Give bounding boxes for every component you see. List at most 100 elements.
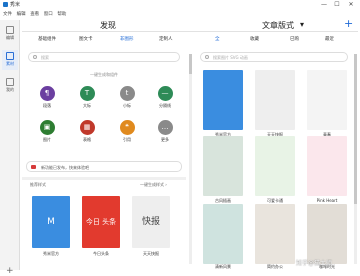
component-label: 更多 [161, 137, 169, 142]
tab-cards[interactable]: 图文卡 [79, 36, 93, 42]
nav-item-edit[interactable]: 编辑 [2, 24, 18, 44]
template-label: 今日头条 [93, 251, 109, 256]
component-label: 大标 [83, 103, 91, 108]
material-card[interactable] [307, 204, 347, 264]
layout-dropdown[interactable]: 文章版式 [262, 20, 294, 31]
component-label: 段落 [43, 103, 51, 108]
nav-label: 素材 [6, 61, 14, 66]
right-tabs: 全 收藏 已购 最近 [195, 34, 360, 44]
search-placeholder: 搜索 [41, 55, 49, 60]
right-scrollbar[interactable] [354, 54, 357, 264]
section-divider [22, 177, 186, 180]
nav-item-materials[interactable]: 素材 [2, 50, 18, 70]
divider-icon: — [157, 86, 173, 101]
component-quote[interactable]: ❝ 引用 [112, 120, 142, 146]
material-card[interactable] [307, 136, 347, 196]
notice-text: 新功能已发布，快来体验吧 [41, 165, 89, 170]
maximize-button[interactable]: ☐ [331, 0, 343, 9]
nav-label: 我的 [6, 87, 14, 92]
tab-basic[interactable]: 基础组件 [38, 36, 56, 42]
menu-file[interactable]: 文件 [3, 11, 12, 17]
paragraph-icon: ¶ [39, 86, 55, 101]
menu-view[interactable]: 查看 [30, 11, 39, 17]
component-heading[interactable]: T 大标 [72, 86, 102, 112]
material-label: 清新风景 [215, 264, 231, 269]
menu-bar: 文件 编辑 查看 窗口 帮助 [0, 9, 360, 18]
nav-item-mine[interactable]: 我的 [2, 76, 18, 96]
chevron-down-icon[interactable]: ▾ [300, 20, 304, 29]
user-icon [6, 78, 14, 86]
add-icon[interactable]: + [6, 266, 14, 276]
table-icon: ▦ [79, 120, 95, 135]
left-panel: 搜索 一键生成和组件 ¶ 段落 T 大标 t 小标 — 分隔线 ▣ 图片 ▦ 表… [22, 46, 186, 270]
title-bar: 秀米 — ☐ ✕ [0, 0, 360, 9]
image-icon: ▣ [39, 120, 55, 135]
toolbar-divider [22, 31, 358, 32]
section-label: 一键生成和组件 [90, 72, 118, 77]
menu-window[interactable]: 窗口 [44, 11, 53, 17]
tab-all[interactable]: 全 [215, 36, 220, 42]
edit-icon [6, 26, 14, 34]
tab-recent[interactable]: 最近 [325, 36, 334, 42]
material-card[interactable] [203, 204, 243, 264]
left-tabs: 基础组件 图文卡 非图形 定制人 [22, 34, 190, 44]
material-card[interactable] [203, 70, 243, 130]
nav-label: 编辑 [6, 35, 14, 40]
material-card[interactable] [307, 70, 347, 130]
announcement-icon [31, 165, 36, 169]
menu-help[interactable]: 帮助 [57, 11, 66, 17]
scroll-thumb[interactable] [354, 54, 357, 204]
component-label: 图片 [43, 137, 51, 142]
material-card[interactable] [255, 136, 295, 196]
component-paragraph[interactable]: ¶ 段落 [32, 86, 62, 112]
component-image[interactable]: ▣ 图片 [32, 120, 62, 146]
material-label: 简约办公 [267, 264, 283, 269]
materials-icon [6, 52, 14, 60]
template-card[interactable]: 今日 头条 [82, 196, 120, 248]
templates-more-link[interactable]: 一键生成样式 › [140, 182, 167, 188]
minimize-button[interactable]: — [318, 0, 330, 9]
tab-custom[interactable]: 定制人 [159, 36, 173, 42]
material-label: Pink Heart [316, 198, 338, 203]
component-table[interactable]: ▦ 表格 [72, 120, 102, 146]
component-label: 表格 [83, 137, 91, 142]
left-search-input[interactable]: 搜索 [28, 52, 180, 62]
search-icon [33, 55, 37, 59]
template-card[interactable]: 快报 [132, 196, 170, 248]
heading-icon: T [79, 86, 95, 101]
right-panel: 搜索图片 SVG 动画 秀米官方 天天快报 青春 古风插画 可爱卡通 Pink … [195, 46, 360, 270]
page-title: 发现 [100, 21, 116, 30]
search-placeholder: 搜索图片 SVG 动画 [213, 55, 248, 60]
quote-icon: ❝ [119, 120, 135, 135]
watermark: 知乎@猫大师 [296, 260, 333, 267]
scroll-thumb[interactable] [189, 54, 192, 74]
template-label: 天天快报 [143, 251, 159, 256]
templates-header: 推荐样式 [30, 182, 46, 187]
material-card[interactable] [255, 70, 295, 130]
left-nav: 编辑 素材 我的 + [0, 20, 20, 276]
left-scrollbar[interactable] [189, 54, 192, 264]
add-button[interactable]: + [344, 17, 353, 30]
component-label: 分隔线 [159, 103, 171, 108]
menu-edit[interactable]: 编辑 [17, 11, 26, 17]
template-card[interactable]: M [32, 196, 70, 248]
component-divider[interactable]: — 分隔线 [150, 86, 180, 112]
material-card[interactable] [203, 136, 243, 196]
template-label: 秀米官方 [43, 251, 59, 256]
tab-non-graphic[interactable]: 非图形 [120, 36, 134, 42]
window-title: 秀米 [10, 2, 21, 8]
subheading-icon: t [119, 86, 135, 101]
search-icon [205, 55, 209, 59]
right-search-input[interactable]: 搜索图片 SVG 动画 [200, 52, 348, 62]
tab-purchased[interactable]: 已购 [290, 36, 299, 42]
component-subheading[interactable]: t 小标 [112, 86, 142, 112]
component-label: 引用 [123, 137, 131, 142]
component-more[interactable]: … 更多 [150, 120, 180, 146]
tab-favorites[interactable]: 收藏 [250, 36, 259, 42]
app-logo-icon [3, 2, 8, 7]
material-card[interactable] [255, 204, 295, 264]
component-label: 小标 [123, 103, 131, 108]
notice-bar[interactable]: 新功能已发布，快来体验吧 [26, 161, 182, 172]
close-button[interactable]: ✕ [345, 0, 357, 9]
more-icon: … [157, 120, 173, 135]
